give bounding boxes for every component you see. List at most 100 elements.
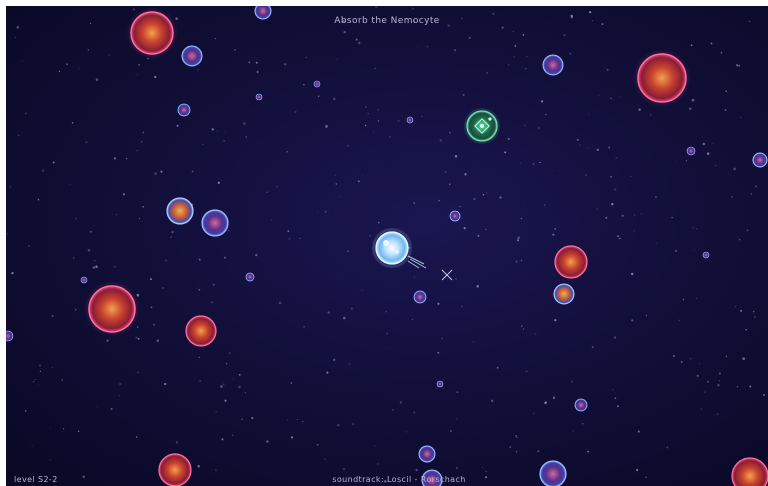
dust-speck xyxy=(614,397,617,400)
dust-speck xyxy=(502,131,504,133)
dust-speck xyxy=(673,355,675,357)
blue-mote xyxy=(177,103,191,117)
blue-mote xyxy=(406,116,414,124)
dust-speck xyxy=(738,64,741,67)
dust-speck xyxy=(674,160,676,162)
dust-speck xyxy=(244,392,246,394)
dust-speck xyxy=(24,112,27,115)
dust-speck xyxy=(149,278,153,281)
dust-speck xyxy=(220,385,223,388)
orange-blue-mote xyxy=(553,283,575,305)
dust-speck xyxy=(413,202,416,204)
dust-speck xyxy=(633,230,635,232)
orange-blue-mote xyxy=(166,197,194,225)
dust-speck xyxy=(716,413,719,416)
dust-speck xyxy=(680,361,683,363)
dust-speck xyxy=(135,336,138,339)
dust-speck xyxy=(164,259,168,262)
blue-mote xyxy=(418,445,436,463)
dust-speck xyxy=(317,95,320,98)
blue-mote xyxy=(181,45,203,67)
dust-speck xyxy=(137,371,139,373)
nemocyte[interactable] xyxy=(464,108,500,144)
dust-speck xyxy=(441,338,443,340)
dust-speck xyxy=(688,107,692,111)
dust-speck xyxy=(581,422,584,425)
dust-speck xyxy=(689,357,692,360)
dust-speck xyxy=(696,298,698,300)
dust-speck xyxy=(16,26,19,29)
dust-speck xyxy=(241,418,243,420)
dust-speck xyxy=(18,134,20,137)
dust-speck xyxy=(211,301,213,304)
dust-speck xyxy=(596,208,598,210)
dust-speck xyxy=(558,170,560,172)
dust-speck xyxy=(51,366,53,368)
dust-speck xyxy=(232,378,234,380)
dust-speck xyxy=(591,345,594,349)
dust-speck xyxy=(485,470,487,473)
dust-speck xyxy=(373,130,375,132)
dust-speck xyxy=(742,357,745,360)
dust-speck xyxy=(753,316,756,319)
aim-cursor-icon xyxy=(441,269,453,281)
hostile-motes xyxy=(84,7,768,486)
dust-speck xyxy=(717,383,720,387)
blue-mote xyxy=(245,272,255,282)
dust-speck xyxy=(522,33,525,36)
dust-speck xyxy=(139,217,141,220)
dust-speck xyxy=(142,205,145,208)
dust-speck xyxy=(472,341,474,343)
dust-speck xyxy=(609,97,612,100)
red-mote xyxy=(88,285,136,333)
dust-speck xyxy=(605,216,608,219)
dust-speck xyxy=(749,385,752,388)
dust-speck xyxy=(724,109,727,112)
dust-speck xyxy=(552,233,555,236)
dust-speck xyxy=(671,217,673,219)
dust-speck xyxy=(619,237,621,240)
dust-speck xyxy=(413,63,414,65)
dust-speck xyxy=(544,204,546,206)
dust-speck xyxy=(106,339,109,342)
dust-speck xyxy=(524,67,527,70)
dust-speck xyxy=(608,146,611,149)
dust-speck xyxy=(579,144,581,146)
dust-speck xyxy=(520,217,523,220)
dust-speck xyxy=(490,399,494,403)
player-mote[interactable] xyxy=(372,228,427,269)
objective-text: Absorb the Nemocyte xyxy=(334,16,440,26)
red-mote xyxy=(554,245,588,279)
dust-speck xyxy=(317,212,319,213)
dust-speck xyxy=(617,235,619,237)
dust-speck xyxy=(482,193,485,196)
dust-speck xyxy=(176,124,179,127)
dust-speck xyxy=(136,150,138,152)
dust-speck xyxy=(453,49,457,52)
dust-speck xyxy=(482,466,484,469)
dust-speck xyxy=(631,319,634,322)
dust-speck xyxy=(509,446,512,449)
dust-speck xyxy=(377,221,380,224)
dust-speck xyxy=(171,230,174,234)
dust-speck xyxy=(216,130,218,132)
dust-speck xyxy=(334,174,336,176)
dust-speck xyxy=(336,58,338,60)
dust-speck xyxy=(61,379,63,381)
dust-speck xyxy=(357,180,360,183)
dust-speck xyxy=(361,289,363,291)
dust-speck xyxy=(160,170,163,173)
game-viewport[interactable]: Absorb the Nemocyte level S2-2 soundtrac… xyxy=(6,6,768,486)
blue-mote xyxy=(413,290,427,304)
dust-speck xyxy=(630,272,634,276)
dust-speck xyxy=(533,412,535,414)
dust-speck xyxy=(492,12,495,15)
playfield[interactable] xyxy=(6,6,768,486)
blue-mote xyxy=(255,93,263,101)
dust-speck xyxy=(645,314,648,317)
dust-speck xyxy=(512,30,514,33)
dust-speck xyxy=(175,441,179,444)
dust-speck xyxy=(437,302,440,305)
dust-speck xyxy=(335,279,337,280)
dust-speck xyxy=(343,316,346,320)
